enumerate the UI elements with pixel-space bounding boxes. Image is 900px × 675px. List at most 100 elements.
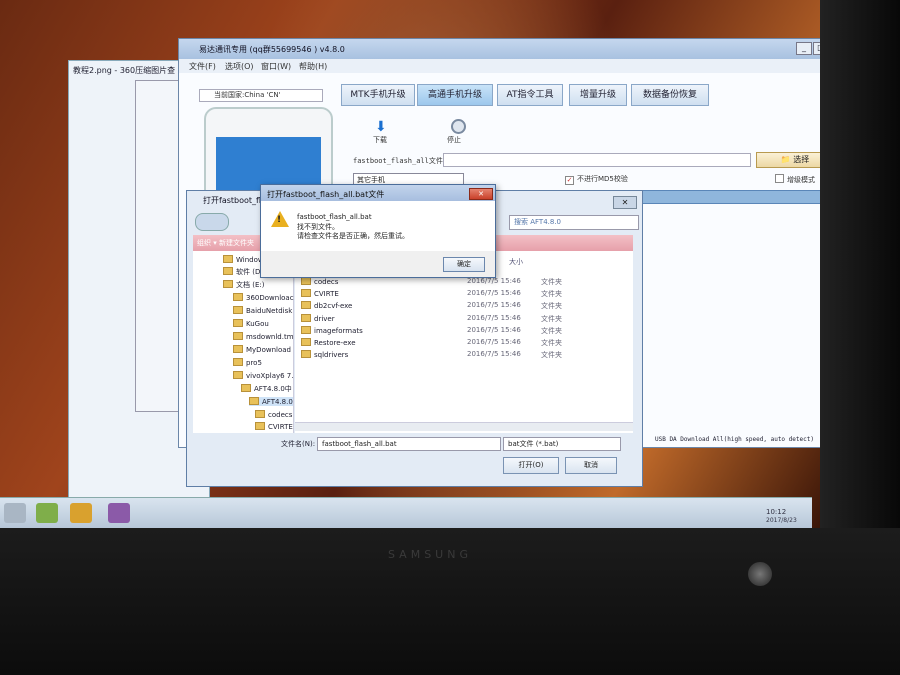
maximize-button[interactable]: □ xyxy=(813,42,820,55)
taskbar-app-icon[interactable] xyxy=(36,503,58,523)
drive-icon xyxy=(223,267,233,275)
error-dialog-titlebar: 打开fastboot_flash_all.bat文件 ✕ xyxy=(261,185,495,201)
file-date: 2016/7/5 15:46 xyxy=(467,314,521,322)
file-row[interactable]: Restore-exe 2016/7/5 15:46 文件夹 xyxy=(301,338,562,347)
file-type: 文件夹 xyxy=(541,339,562,347)
file-type: 文件夹 xyxy=(541,315,562,323)
menu-help[interactable]: 帮助(H) xyxy=(299,61,327,72)
menu-options[interactable]: 选项(O) xyxy=(225,61,254,72)
file-list: codecs 2016/7/5 15:46 文件夹 CVIRTE 2016/7/5 1… xyxy=(295,251,633,433)
download-label[interactable]: 下载 xyxy=(373,135,387,145)
file-date: 2016/7/5 15:46 xyxy=(467,350,521,358)
folder-icon xyxy=(233,293,243,301)
folder-tree: Windows 软件 (D:) 文档 (E:) 360Downloac Baid… xyxy=(193,251,294,433)
tree-item-folder[interactable]: AFT4.8.0中 xyxy=(241,384,292,394)
tree-item-label: msdownld.tm xyxy=(246,333,294,341)
tree-item-label: AFT4.8.0中 xyxy=(254,385,292,393)
tab-at-command[interactable]: AT指令工具 xyxy=(497,84,563,106)
menu-bar: 文件(F) 选项(O) 窗口(W) 帮助(H) xyxy=(179,59,820,73)
file-not-found-dialog: 打开fastboot_flash_all.bat文件 ✕ ! fastboot_… xyxy=(260,184,496,278)
file-date: 2016/7/5 15:46 xyxy=(467,326,521,334)
tree-item-folder[interactable]: pro5 xyxy=(233,358,262,367)
file-type-filter[interactable]: bat文件 (*.bat) xyxy=(503,437,621,451)
taskbar-app-icon[interactable] xyxy=(70,503,92,523)
tree-item-label: AFT4.8.0 xyxy=(262,398,293,406)
error-dialog-title: 打开fastboot_flash_all.bat文件 xyxy=(267,190,385,199)
file-type: 文件夹 xyxy=(541,290,562,298)
download-icon[interactable]: ⬇ xyxy=(375,119,387,135)
tree-item-folder[interactable]: CVIRTE xyxy=(255,422,293,431)
folder-icon xyxy=(301,350,311,358)
clock-date[interactable]: 2017/8/23 xyxy=(766,517,797,524)
tree-item-drive-e[interactable]: 文档 (E:) xyxy=(223,280,264,290)
tree-item-folder[interactable]: KuGou xyxy=(233,319,269,328)
ok-button[interactable]: 确定 xyxy=(443,257,485,272)
cancel-button[interactable]: 取消 xyxy=(565,457,617,474)
file-type: 文件夹 xyxy=(541,278,562,286)
tree-item-folder[interactable]: 360Downloac xyxy=(233,293,294,302)
taskbar-app-icon[interactable] xyxy=(108,503,130,523)
tree-item-folder[interactable]: codecs xyxy=(255,410,292,419)
power-button[interactable] xyxy=(748,562,772,586)
tree-item-label: BaiduNetdisk xyxy=(246,307,293,315)
taskbar xyxy=(0,497,812,528)
file-date: 2016/7/5 15:46 xyxy=(467,289,521,297)
organize-menu[interactable]: 组织 ▾ 新建文件夹 xyxy=(197,238,254,248)
incremental-mode-checkbox[interactable]: 增级模式 xyxy=(775,174,815,185)
monitor-bezel-right xyxy=(820,0,900,528)
file-row[interactable]: driver 2016/7/5 15:46 文件夹 xyxy=(301,314,562,323)
folder-icon xyxy=(233,319,243,327)
folder-icon xyxy=(301,301,311,309)
tree-item-label: 360Downloac xyxy=(246,294,294,302)
folder-icon xyxy=(301,289,311,297)
file-name: codecs xyxy=(314,278,339,286)
column-header-size[interactable]: 大小 xyxy=(509,257,523,267)
clock-time[interactable]: 10:12 xyxy=(766,508,786,516)
folder-search-input[interactable]: 搜索 AFT4.8.0 xyxy=(509,215,639,230)
tree-item-label: KuGou xyxy=(246,320,269,328)
open-dialog-close-button[interactable]: ✕ xyxy=(613,196,637,209)
horizontal-scrollbar[interactable] xyxy=(295,422,633,431)
tab-incremental-upgrade[interactable]: 增量升级 xyxy=(569,84,627,106)
minimize-button[interactable]: _ xyxy=(796,42,812,55)
file-date: 2016/7/5 15:46 xyxy=(467,338,521,346)
tree-item-folder[interactable]: vivoXplay6 7. xyxy=(233,371,294,380)
folder-icon xyxy=(301,277,311,285)
tab-data-backup[interactable]: 数据备份恢复 xyxy=(631,84,709,106)
folder-icon xyxy=(301,326,311,334)
file-date: 2016/7/5 15:46 xyxy=(467,301,521,309)
stop-label[interactable]: 停止 xyxy=(447,135,461,145)
tab-mtk-upgrade[interactable]: MTK手机升级 xyxy=(341,84,415,106)
start-button[interactable] xyxy=(4,503,26,523)
incremental-mode-label: 增级模式 xyxy=(787,176,815,184)
tab-qualcomm-upgrade[interactable]: 高通手机升级 xyxy=(417,84,493,106)
image-viewer-title: 教程2.png - 360压缩图片查 xyxy=(73,66,176,75)
file-row[interactable]: CVIRTE 2016/7/5 15:46 文件夹 xyxy=(301,289,562,298)
file-date: 2016/7/5 15:46 xyxy=(467,277,521,285)
folder-icon xyxy=(255,422,265,430)
back-forward-buttons[interactable] xyxy=(195,213,229,231)
tree-item-folder[interactable]: MyDownload xyxy=(233,345,291,354)
file-row[interactable]: db2cvf-exe 2016/7/5 15:46 文件夹 xyxy=(301,301,562,310)
menu-file[interactable]: 文件(F) xyxy=(189,61,216,72)
file-name: Restore-exe xyxy=(314,339,356,347)
file-row[interactable]: codecs 2016/7/5 15:46 文件夹 xyxy=(301,277,562,286)
drive-icon xyxy=(223,255,233,263)
filename-input[interactable]: fastboot_flash_all.bat xyxy=(317,437,501,451)
tree-item-label: vivoXplay6 7. xyxy=(246,372,294,380)
tree-item-folder[interactable]: msdownld.tm xyxy=(233,332,294,341)
file-row[interactable]: imageformats 2016/7/5 15:46 文件夹 xyxy=(301,326,562,335)
stop-icon[interactable] xyxy=(451,119,466,134)
drive-icon xyxy=(223,280,233,288)
close-icon[interactable]: ✕ xyxy=(469,188,493,200)
tree-item-folder[interactable]: BaiduNetdisk xyxy=(233,306,292,315)
no-md5-checkbox[interactable]: ✓ 不进行MD5校验 xyxy=(565,174,628,185)
checkbox-icon xyxy=(775,174,784,183)
tree-item-selected[interactable]: AFT4.8.0 xyxy=(249,397,293,406)
flash-file-input[interactable] xyxy=(443,153,751,167)
choose-file-button[interactable]: 📁 选择 xyxy=(756,152,820,168)
file-row[interactable]: sqldrivers 2016/7/5 15:46 文件夹 xyxy=(301,350,562,359)
open-button[interactable]: 打开(O) xyxy=(503,457,559,474)
menu-window[interactable]: 窗口(W) xyxy=(261,61,291,72)
file-type: 文件夹 xyxy=(541,302,562,310)
